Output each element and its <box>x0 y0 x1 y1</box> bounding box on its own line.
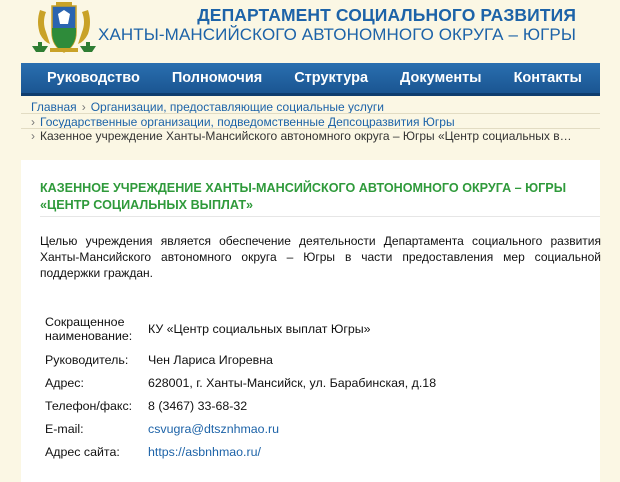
nav-item-contacts[interactable]: Контакты <box>498 70 598 86</box>
site-header: ДЕПАРТАМЕНТ СОЦИАЛЬНОГО РАЗВИТИЯ ХАНТЫ-М… <box>0 0 620 62</box>
site-label: Адрес сайта: <box>45 444 120 459</box>
breadcrumb-row-3: › Казенное учреждение Ханты-Мансийского а… <box>31 129 572 144</box>
address-value: 628001, г. Ханты-Мансийск, ул. Барабинск… <box>148 375 437 390</box>
short-name-value: КУ «Центр социальных выплат Югры» <box>148 322 371 336</box>
short-name-label: Сокращенное наименование: <box>40 310 143 348</box>
head-value: Чен Лариса Игоревна <box>148 352 273 367</box>
table-row: Адрес сайта: https://asbnhmao.ru/ <box>40 440 601 463</box>
nav-item-structure[interactable]: Структура <box>278 70 384 86</box>
site-link[interactable]: https://asbnhmao.ru/ <box>148 445 261 459</box>
short-name-label-line2: наименование: <box>45 329 133 343</box>
site-cell: https://asbnhmao.ru/ <box>143 440 601 463</box>
breadcrumb-home[interactable]: Главная <box>31 100 77 114</box>
page-title-line2: «ЦЕНТР СОЦИАЛЬНЫХ ВЫПЛАТ» <box>40 197 254 212</box>
nav-item-powers[interactable]: Полномочия <box>156 70 278 86</box>
table-row: Адрес: 628001, г. Ханты-Мансийск, ул. Ба… <box>40 371 601 394</box>
page-title-line1: КАЗЕННОЕ УЧРЕЖДЕНИЕ ХАНТЫ-МАНСИЙСКОГО АВ… <box>40 181 567 195</box>
title-divider <box>40 216 600 217</box>
table-row: Руководитель: Чен Лариса Игоревна <box>40 348 601 371</box>
main-content: КАЗЕННОЕ УЧРЕЖДЕНИЕ ХАНТЫ-МАНСИЙСКОГО АВ… <box>21 160 601 482</box>
department-title-line1: ДЕПАРТАМЕНТ СОЦИАЛЬНОГО РАЗВИТИЯ <box>197 5 576 25</box>
department-title-line2: ХАНТЫ-МАНСИЙСКОГО АВТОНОМНОГО ОКРУГА – Ю… <box>98 25 576 44</box>
breadcrumb: Главная › Организации, предоставляющие соц… <box>21 98 600 148</box>
short-name-label-line1: Сокращенное <box>45 315 125 329</box>
table-row: Телефон/факс: 8 (3467) 33-68-32 <box>40 394 601 417</box>
intro-paragraph: Целью учреждения является обеспечение де… <box>40 234 601 280</box>
department-title[interactable]: ДЕПАРТАМЕНТ СОЦИАЛЬНОГО РАЗВИТИЯ ХАНТЫ-М… <box>98 5 576 45</box>
phone-label: Телефон/факс: <box>45 398 133 413</box>
breadcrumb-divider <box>21 128 600 129</box>
email-link[interactable]: csvugra@dtsznhmao.ru <box>148 422 279 436</box>
breadcrumb-separator: › <box>81 100 86 114</box>
page-title: КАЗЕННОЕ УЧРЕЖДЕНИЕ ХАНТЫ-МАНСИЙСКОГО АВ… <box>40 180 600 213</box>
breadcrumb-level1[interactable]: Организации, предоставляющие социальные … <box>91 100 384 114</box>
main-nav: Руководство Полномочия Структура Докумен… <box>21 63 600 96</box>
phone-value: 8 (3467) 33-68-32 <box>148 398 248 413</box>
address-label: Адрес: <box>45 375 84 390</box>
breadcrumb-divider <box>21 113 600 114</box>
table-row: Сокращенное наименование: КУ «Центр соци… <box>40 310 601 348</box>
nav-item-leadership[interactable]: Руководство <box>21 70 156 86</box>
breadcrumb-level2[interactable]: Государственные организации, подведомств… <box>40 115 455 129</box>
breadcrumb-current: Казенное учреждение Ханты-Мансийского ав… <box>40 129 572 143</box>
email-label: E-mail: <box>45 421 84 436</box>
coat-of-arms-icon[interactable] <box>30 2 98 54</box>
nav-item-documents[interactable]: Документы <box>384 70 498 86</box>
table-row: E-mail: csvugra@dtsznhmao.ru <box>40 417 601 440</box>
head-label: Руководитель: <box>45 352 129 367</box>
breadcrumb-separator: › <box>31 115 35 129</box>
organization-info-table: Сокращенное наименование: КУ «Центр соци… <box>40 310 601 463</box>
email-cell: csvugra@dtsznhmao.ru <box>143 417 601 440</box>
breadcrumb-separator: › <box>31 129 35 143</box>
